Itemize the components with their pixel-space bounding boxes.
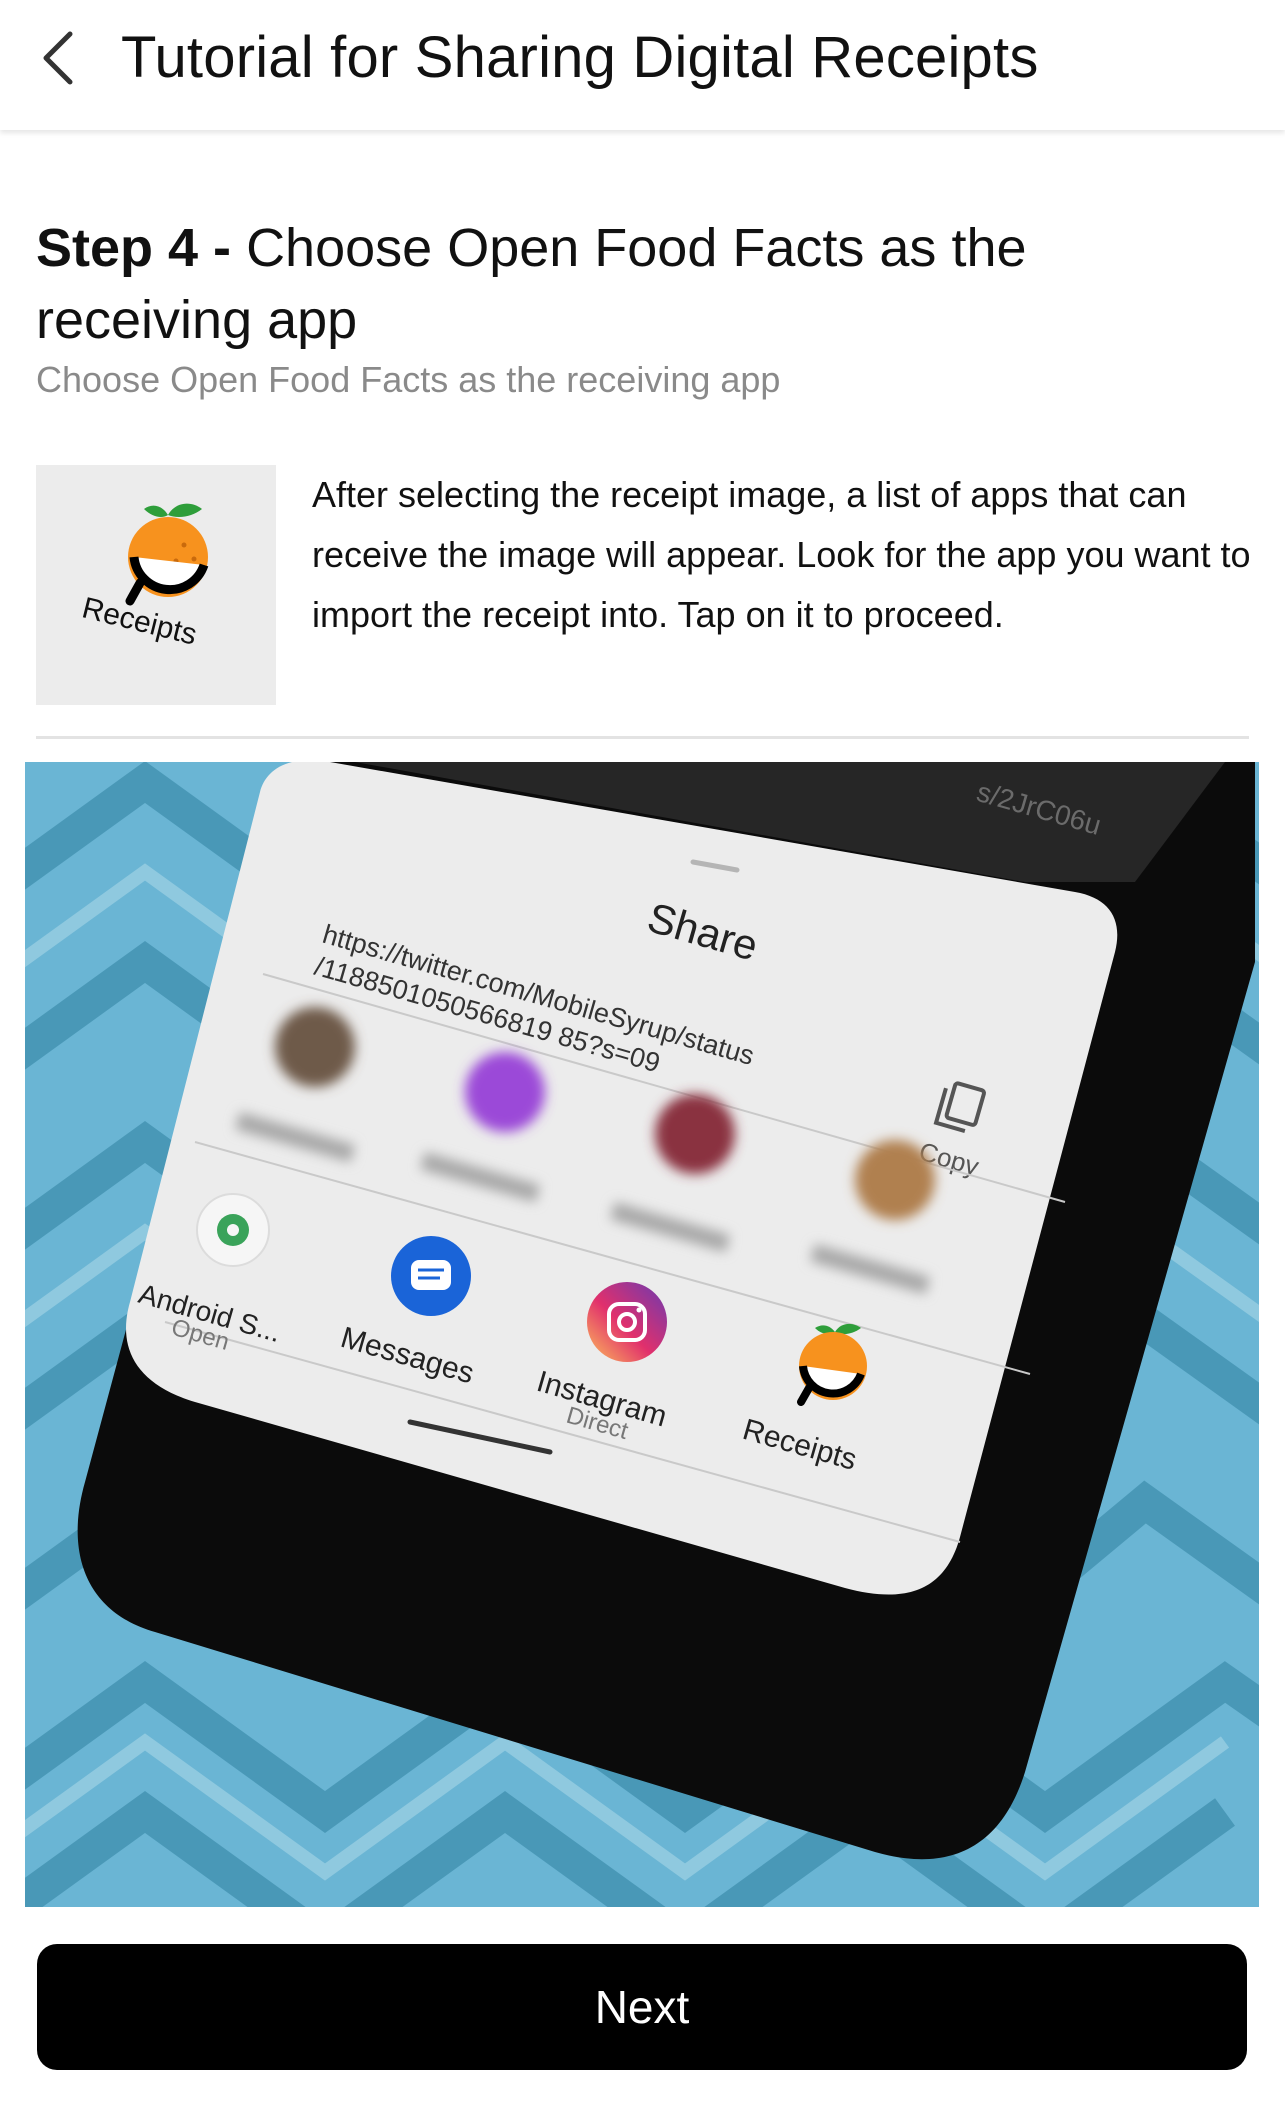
- chevron-left-icon: [43, 31, 73, 85]
- step-heading: Step 4 - Choose Open Food Facts as the r…: [36, 212, 1256, 356]
- app-header: Tutorial for Sharing Digital Receipts: [0, 0, 1285, 130]
- messages-icon: [411, 1260, 451, 1290]
- thumbnail-label: Receipts: [79, 591, 200, 651]
- receipts-thumbnail: Receipts: [36, 465, 276, 705]
- back-button[interactable]: [36, 26, 84, 90]
- step-label: Step 4 -: [36, 218, 232, 278]
- page-title: Tutorial for Sharing Digital Receipts: [121, 25, 1039, 90]
- step-description: After selecting the receipt image, a lis…: [312, 474, 1251, 635]
- divider: [36, 736, 1249, 739]
- next-button[interactable]: Next: [37, 1944, 1247, 2070]
- open-food-facts-icon: [125, 503, 209, 606]
- tutorial-illustration: s/2JrC06u Share https://twitter.com/Mobi…: [25, 762, 1259, 1907]
- step-subtitle: Choose Open Food Facts as the receiving …: [36, 359, 781, 400]
